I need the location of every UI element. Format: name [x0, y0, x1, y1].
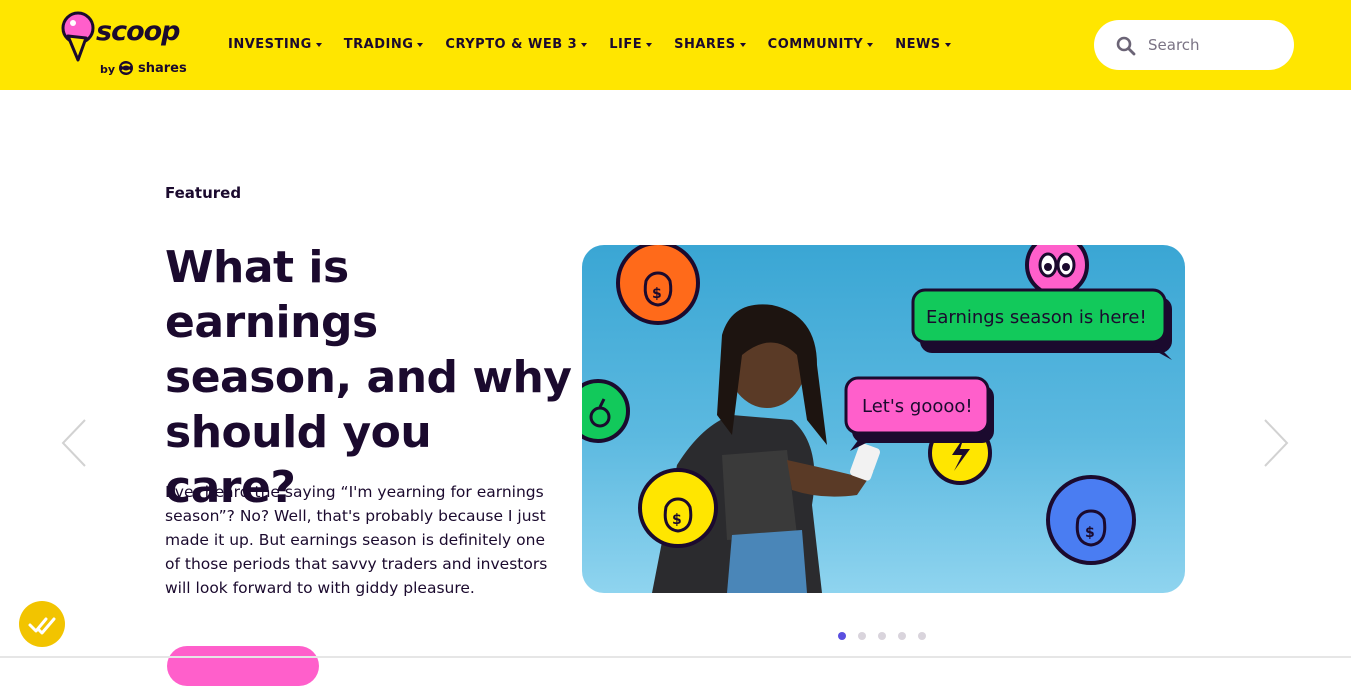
- site-header: scoop by shares INVESTING TRADING CRYPTO…: [0, 0, 1351, 90]
- money-bag-icon: $: [616, 245, 700, 325]
- carousel-dot[interactable]: [858, 632, 866, 640]
- person-figure: [652, 304, 881, 593]
- nav-item-trading[interactable]: TRADING: [344, 37, 424, 52]
- logo-parent-brand: shares: [138, 61, 187, 76]
- bubble-green-text: Earnings season is here!: [926, 307, 1147, 328]
- svg-text:$: $: [1085, 525, 1095, 541]
- money-bag-icon: $: [638, 468, 718, 548]
- search-icon[interactable]: [1116, 36, 1136, 56]
- shares-logo-icon: [119, 61, 133, 75]
- chevron-left-icon: [61, 419, 86, 467]
- nav-label: CRYPTO & WEB 3: [445, 37, 578, 52]
- main-nav: INVESTING TRADING CRYPTO & WEB 3 LIFE SH…: [228, 37, 973, 52]
- carousel-dot[interactable]: [878, 632, 886, 640]
- logo-by-text: by: [100, 63, 116, 76]
- eyes-icon: [1025, 245, 1089, 297]
- chevron-right-icon: [1264, 419, 1289, 467]
- speech-bubble-pink: Let's goooo!: [844, 376, 994, 451]
- caret-down-icon: [944, 42, 951, 47]
- carousel-dot[interactable]: [838, 632, 846, 640]
- carousel-dot[interactable]: [898, 632, 906, 640]
- caret-down-icon: [581, 42, 588, 47]
- checklist-badge[interactable]: [18, 600, 66, 652]
- caret-down-icon: [739, 42, 746, 47]
- nav-label: COMMUNITY: [767, 37, 864, 52]
- svg-text:$: $: [652, 286, 662, 302]
- nav-item-crypto-web3[interactable]: CRYPTO & WEB 3: [445, 37, 588, 52]
- nav-label: TRADING: [343, 37, 414, 52]
- featured-label: Featured: [165, 184, 242, 202]
- nav-label: LIFE: [609, 37, 643, 52]
- nav-item-news[interactable]: NEWS: [895, 37, 951, 52]
- carousel-dot[interactable]: [918, 632, 926, 640]
- caret-down-icon: [315, 42, 322, 47]
- carousel-next-button[interactable]: [1262, 418, 1290, 472]
- money-bag-icon: $: [1046, 475, 1136, 565]
- checkmark-icon: [19, 601, 65, 647]
- caret-down-icon: [646, 42, 653, 47]
- nav-item-shares[interactable]: SHARES: [674, 37, 746, 52]
- bubble-pink-text: Let's goooo!: [862, 396, 973, 417]
- svg-text:$: $: [672, 512, 682, 528]
- nav-item-community[interactable]: COMMUNITY: [768, 37, 874, 52]
- featured-headline[interactable]: What is earnings season, and why should …: [165, 240, 575, 515]
- nav-label: INVESTING: [228, 37, 312, 52]
- featured-excerpt: Ever heard the saying “I'm yearning for …: [165, 483, 548, 597]
- logo-wordmark: scoop: [96, 16, 181, 47]
- search-box: [1094, 20, 1294, 70]
- read-more-button[interactable]: [167, 646, 319, 686]
- featured-image[interactable]: $ $ $ Earnings season is here! Let's goo…: [582, 245, 1185, 593]
- scoop-logo[interactable]: scoop by shares: [60, 10, 200, 80]
- hero-illustration: $ $ $ Earnings season is here! Let's goo…: [582, 245, 1172, 593]
- caret-down-icon: [867, 42, 874, 47]
- caret-down-icon: [417, 42, 424, 47]
- carousel-prev-button[interactable]: [60, 418, 88, 472]
- bomb-icon: [582, 379, 630, 443]
- ice-cream-icon: [61, 11, 95, 62]
- nav-item-investing[interactable]: INVESTING: [228, 37, 322, 52]
- speech-bubble-green: Earnings season is here!: [911, 288, 1172, 360]
- nav-item-life[interactable]: LIFE: [609, 37, 653, 52]
- nav-label: NEWS: [895, 37, 941, 52]
- carousel-pagination: [838, 632, 926, 640]
- nav-label: SHARES: [674, 37, 736, 52]
- search-input[interactable]: [1148, 34, 1278, 56]
